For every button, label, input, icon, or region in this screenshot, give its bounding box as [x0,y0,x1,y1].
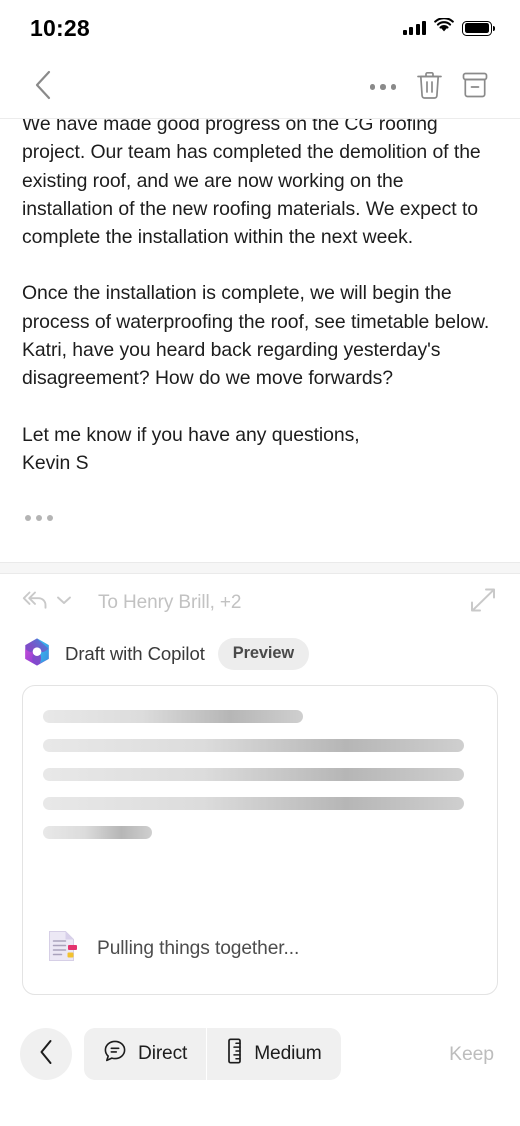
skeleton-line [43,826,152,839]
ruler-icon [226,1038,243,1070]
back-button[interactable] [20,64,66,110]
recipients-label[interactable]: To Henry Brill, +2 [98,592,241,614]
preview-badge: Preview [217,638,310,670]
skeleton-line [43,739,464,752]
chevron-left-icon [38,1039,55,1070]
draft-settings-group: Direct Medium [84,1028,341,1080]
copilot-draft-card[interactable]: Pulling things together... [22,685,498,995]
email-signature: Let me know if you have any questions, K… [22,423,360,474]
tone-label: Direct [138,1043,188,1064]
generation-status-text: Pulling things together... [97,937,300,959]
generation-status-row: Pulling things together... [43,927,477,994]
more-horizontal-icon [369,84,397,90]
document-generating-icon [43,927,81,970]
chevron-left-icon [33,69,53,106]
wifi-icon [434,17,454,38]
expand-diagonal-icon [468,588,498,619]
archive-button[interactable] [452,64,498,110]
email-toolbar [0,56,520,119]
email-body[interactable]: We have made good progress on the CG roo… [0,119,520,562]
skeleton-line [43,710,304,723]
reply-all-control[interactable] [20,588,74,617]
copilot-header: Draft with Copilot Preview [0,631,520,677]
chat-bubble-lines-icon [103,1039,127,1069]
email-paragraph: We have made good progress on the CG roo… [22,119,481,249]
battery-full-icon [462,20,495,36]
more-options-button[interactable] [360,64,406,110]
length-label: Medium [254,1043,322,1064]
expand-compose-button[interactable] [468,585,498,620]
more-horizontal-icon [25,515,31,522]
tone-selector[interactable]: Direct [84,1028,206,1080]
reply-header: To Henry Brill, +2 [0,574,520,631]
reply-all-icon [20,588,50,617]
email-paragraph: Once the installation is complete, we wi… [22,282,490,390]
copilot-logo-icon [22,637,52,672]
section-divider [0,562,520,574]
status-time: 10:28 [30,14,90,41]
copilot-label: Draft with Copilot [65,643,205,664]
status-indicators [402,17,495,38]
copilot-back-button[interactable] [20,1028,72,1080]
archive-icon [461,71,489,104]
show-quoted-text-button[interactable] [22,477,498,522]
status-bar: 10:28 [0,0,520,56]
skeleton-line [43,768,464,781]
card-spacer [43,855,477,927]
trash-icon [416,70,443,105]
length-selector[interactable]: Medium [206,1028,340,1080]
keep-button[interactable]: Keep [449,1043,498,1066]
delete-button[interactable] [406,64,452,110]
skeleton-line [43,797,464,810]
copilot-options-toolbar: Direct Medium Keep [0,1018,520,1090]
chevron-down-icon[interactable] [54,590,74,615]
signal-bars-icon [402,21,426,35]
